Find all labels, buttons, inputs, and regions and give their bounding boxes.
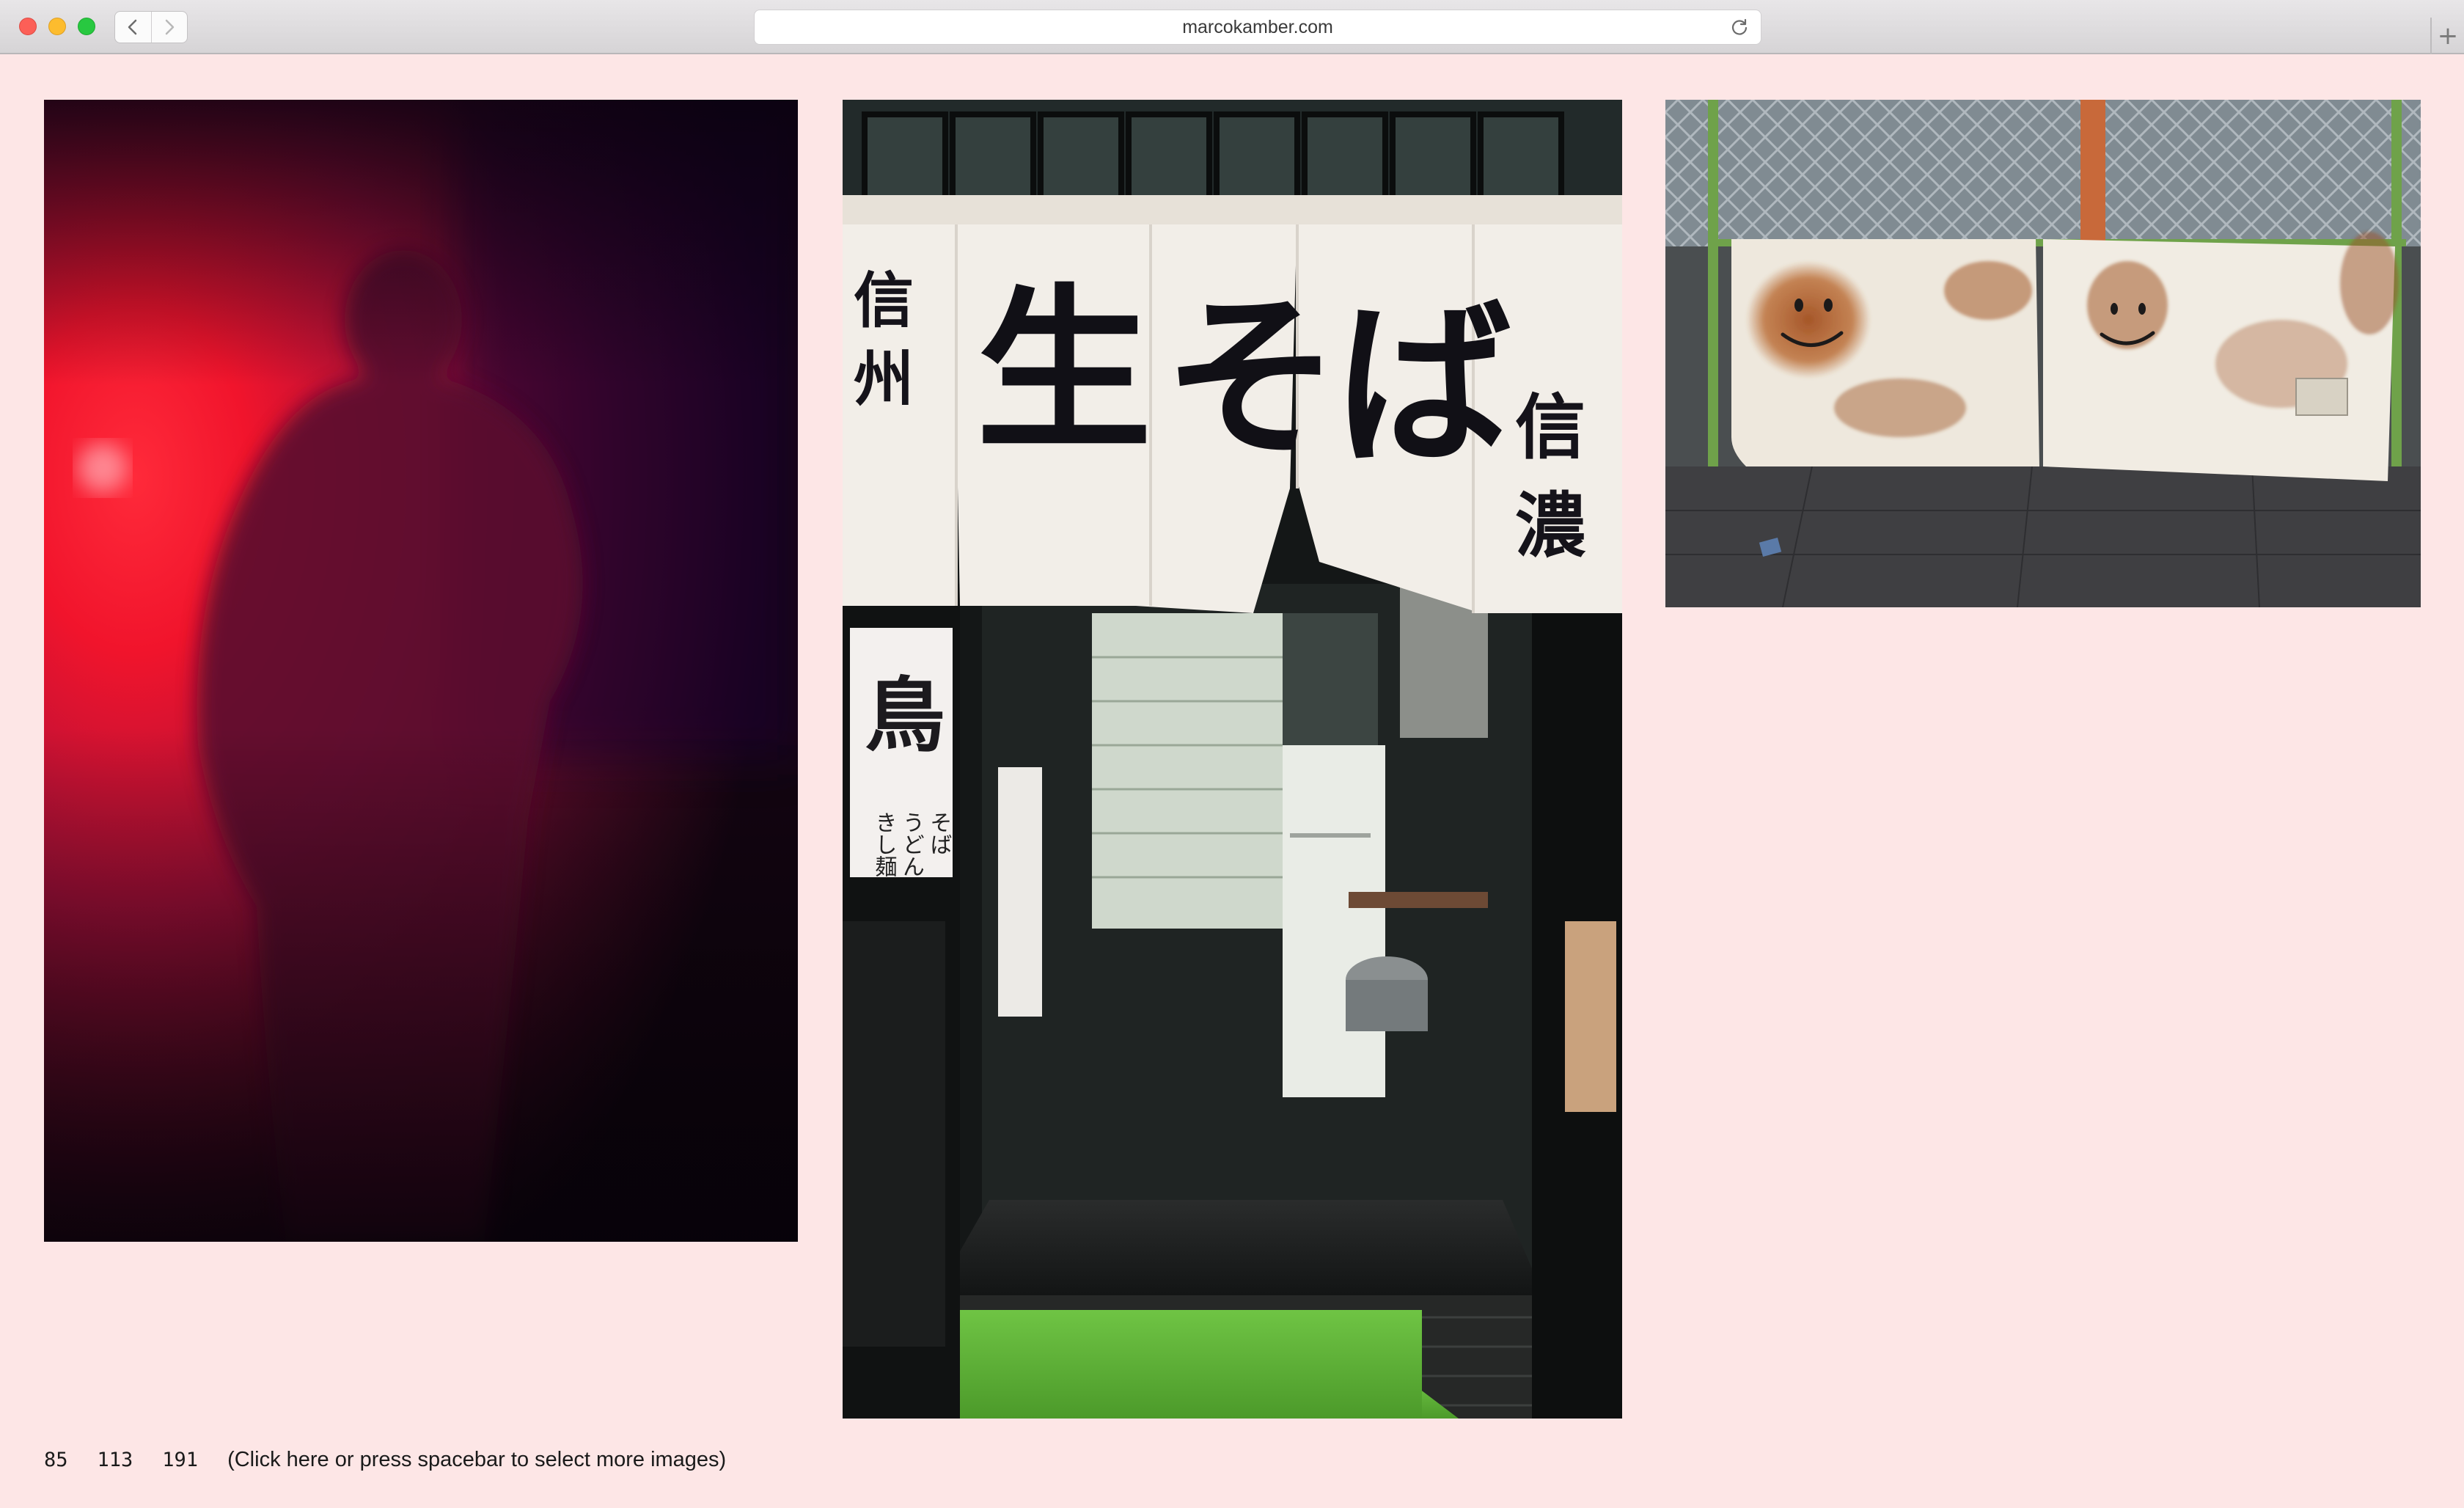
menu-item-2: うどん — [898, 811, 924, 877]
silhouette-image — [44, 100, 798, 1242]
chevron-right-icon — [165, 19, 174, 35]
url-text: marcokamber.com — [1182, 16, 1333, 37]
noren-left-char-1: 信 — [853, 266, 914, 336]
reload-icon[interactable] — [1730, 18, 1749, 37]
noren-left-text: 信 州 — [848, 263, 919, 419]
image-index-footer: 85 113 191 (Click here or press spacebar… — [44, 1443, 726, 1476]
back-button[interactable] — [115, 12, 152, 43]
image-number-3[interactable]: 191 — [162, 1449, 198, 1471]
photo-noodle-shop[interactable]: 信 州 生 そ ば 信 濃 鳥 そば うどん きし麺 — [843, 100, 1622, 1419]
forward-button[interactable] — [152, 12, 188, 43]
photo-rusty-barriers[interactable] — [1665, 100, 2421, 607]
select-more-images-link[interactable]: (Click here or press spacebar to select … — [227, 1448, 726, 1472]
image-number-2[interactable]: 113 — [98, 1449, 133, 1471]
navigation-buttons — [114, 11, 188, 43]
noren-main-char-2: そ — [1163, 276, 1340, 481]
menu-item-1: そば — [925, 811, 952, 855]
new-tab-button[interactable]: + — [2430, 18, 2464, 54]
noren-main-char-3: ば — [1335, 283, 1512, 488]
noren-left-char-2: 州 — [853, 344, 914, 414]
photo-red-silhouette[interactable] — [44, 100, 798, 1242]
noren-right-char-1: 信 — [1515, 387, 1585, 469]
image-number-1[interactable]: 85 — [44, 1449, 68, 1471]
close-window-button[interactable] — [19, 18, 37, 35]
zoom-window-button[interactable] — [78, 18, 95, 35]
chevron-left-icon — [128, 19, 137, 35]
noren-right-text: 信 濃 — [1506, 378, 1594, 576]
rusty-barriers-image — [1665, 100, 2421, 607]
menu-item-3: きし麺 — [870, 811, 897, 877]
address-bar[interactable]: marcokamber.com — [754, 10, 1761, 45]
browser-toolbar: marcokamber.com + — [0, 0, 2464, 54]
minimize-window-button[interactable] — [48, 18, 66, 35]
noren-right-char-2: 濃 — [1515, 485, 1585, 568]
wall-sign-text: 鳥 — [865, 669, 945, 763]
noren-main-char-1: 生 — [976, 268, 1153, 474]
menu-poster-text: そば うどん きし麺 — [870, 811, 952, 877]
